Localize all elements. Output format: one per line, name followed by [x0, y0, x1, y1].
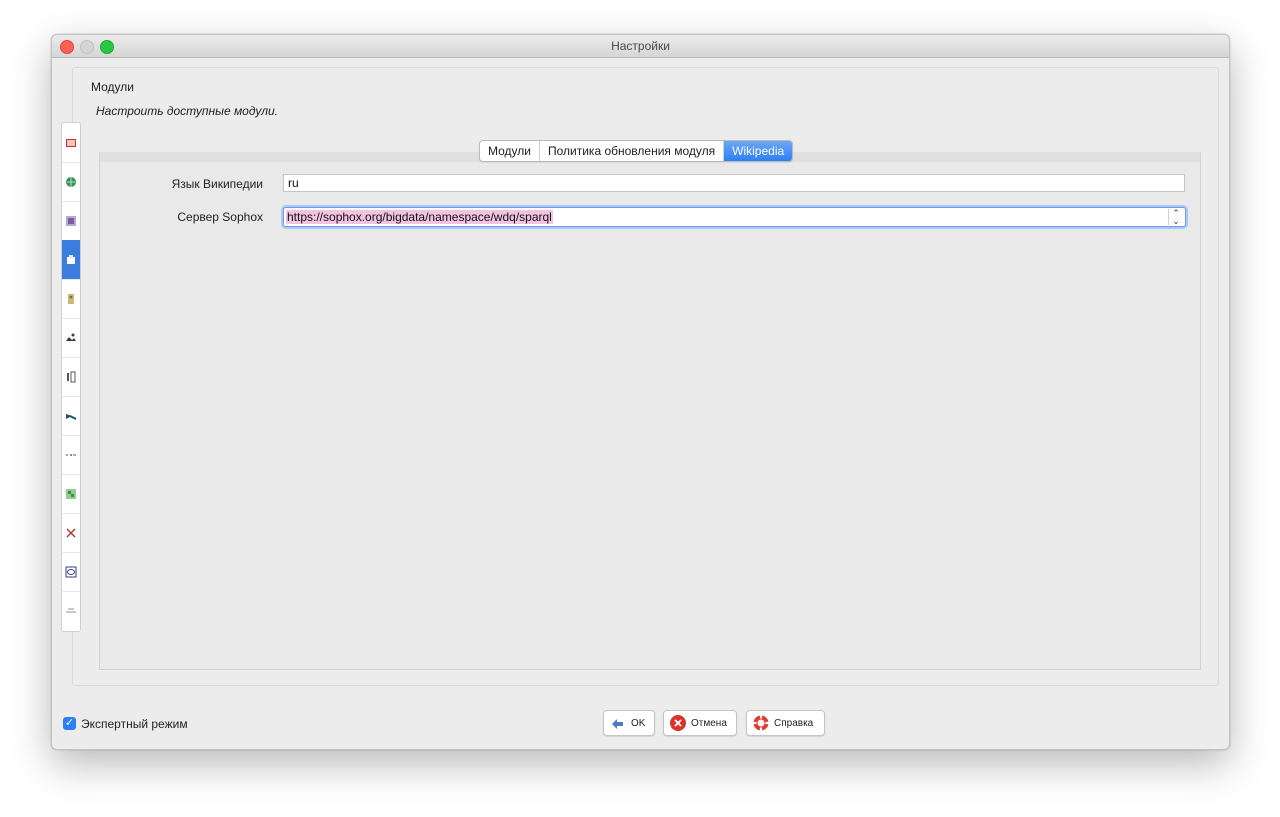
imagery-icon — [66, 333, 76, 341]
ok-arrow-icon — [612, 719, 623, 729]
cancel-label: Отмена — [691, 717, 727, 729]
map-style-icon — [66, 215, 76, 226]
validator-icon — [66, 413, 77, 420]
remote-control-icon — [68, 293, 74, 304]
combo-arrows-icon[interactable]: ⌃ ⌄ — [1168, 209, 1183, 226]
tab-wikipedia[interactable]: Wikipedia — [724, 141, 793, 161]
tab-update-policy[interactable]: Политика обновления модуля — [540, 141, 725, 161]
tab-plugins[interactable]: Модули — [480, 141, 540, 161]
sidebar-item-map[interactable] — [62, 162, 80, 202]
sidebar-item-imagery[interactable] — [62, 318, 80, 358]
cancel-icon — [670, 715, 686, 731]
sidebar-item-plugins[interactable] — [62, 240, 80, 280]
sophox-server-label: Сервер Sophox — [177, 210, 263, 224]
connection-icon — [66, 527, 76, 538]
tab-content-panel — [99, 152, 1201, 670]
shortcut-icon — [66, 453, 76, 456]
sophox-server-combobox[interactable]: https://sophox.org/bigdata/namespace/wdq… — [283, 207, 1186, 227]
help-label: Справка — [774, 717, 814, 729]
help-button[interactable]: Справка — [746, 710, 825, 736]
button-bar: ✓ Экспертный режим OK Отмена Справка — [52, 690, 1229, 749]
sidebar-item-connection[interactable] — [62, 513, 80, 553]
sidebar-item-map-style[interactable] — [62, 201, 80, 241]
title-bar[interactable]: Настройки — [52, 35, 1229, 58]
sidebar-item-validator[interactable] — [62, 396, 80, 436]
wikipedia-language-label: Язык Википедии — [171, 177, 263, 191]
cancel-button[interactable]: Отмена — [663, 710, 737, 736]
plugin-icon — [67, 254, 75, 264]
sidebar-item-audio[interactable] — [62, 357, 80, 397]
section-description: Настроить доступные модули. — [96, 104, 278, 118]
expert-mode-checkbox[interactable]: ✓ — [63, 717, 76, 730]
section-title: Модули — [91, 80, 134, 94]
settings-sidebar — [61, 122, 81, 632]
sophox-server-value[interactable]: https://sophox.org/bigdata/namespace/wdq… — [286, 210, 553, 224]
tab-bar: Модули Политика обновления модуля Wikipe… — [479, 140, 794, 162]
sidebar-item-presets[interactable] — [62, 474, 80, 514]
expert-mode-label[interactable]: Экспертный режим — [81, 717, 188, 731]
sidebar-item-projection[interactable] — [62, 552, 80, 592]
audio-icon — [67, 371, 76, 382]
window-title: Настройки — [611, 39, 670, 53]
wikipedia-language-input[interactable]: ru — [283, 174, 1185, 192]
sidebar-item-remote[interactable] — [62, 279, 80, 319]
lifebuoy-icon — [753, 715, 769, 731]
advanced-icon — [66, 607, 76, 613]
sidebar-item-display[interactable] — [62, 123, 80, 163]
projection-icon — [65, 566, 77, 577]
globe-icon — [66, 176, 76, 187]
ok-button[interactable]: OK — [603, 710, 655, 736]
sidebar-item-shortcuts[interactable] — [62, 435, 80, 475]
sidebar-item-advanced[interactable] — [62, 591, 80, 630]
display-settings-icon — [66, 138, 76, 147]
presets-icon — [66, 488, 76, 499]
preferences-window: Настройки Модули Настроить доступные мод… — [51, 34, 1230, 750]
ok-label: OK — [631, 717, 646, 729]
